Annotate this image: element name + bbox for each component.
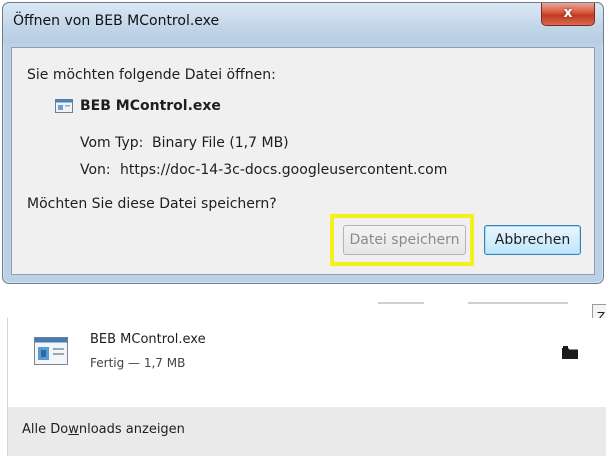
close-icon: x [563, 5, 573, 21]
type-label: Vom Typ: [80, 135, 144, 151]
dialog-prompt: Sie möchten folgende Datei öffnen: [27, 67, 276, 83]
exe-file-icon [55, 99, 73, 113]
save-question: Möchten Sie diese Datei speichern? [27, 196, 277, 212]
download-item[interactable] [8, 318, 606, 388]
download-file-name: BEB MControl.exe [90, 332, 206, 347]
dialog-title: Öffnen von BEB MControl.exe [13, 13, 220, 29]
folder-icon[interactable] [562, 346, 578, 359]
cancel-button[interactable]: Abbrechen [484, 225, 581, 255]
footer-text-part: nloads anzeigen [78, 422, 185, 437]
save-file-button[interactable]: Datei speichern [343, 225, 466, 255]
from-label: Von: [80, 162, 111, 178]
toolbar-divider [378, 302, 424, 304]
download-status: Fertig — 1,7 MB [90, 356, 186, 370]
show-all-downloads[interactable]: Alle Downloads anzeigen [8, 407, 606, 456]
dialog-file-name: BEB MControl.exe [80, 98, 221, 114]
close-button[interactable]: x [541, 3, 595, 26]
type-value: Binary File (1,7 MB) [152, 135, 289, 151]
from-value: https://doc-14-3c-docs.googleusercontent… [120, 162, 448, 178]
toolbar-divider [468, 302, 568, 304]
footer-accesskey: w [68, 422, 79, 437]
exe-file-icon [34, 337, 68, 365]
open-file-dialog: Öffnen von BEB MControl.exe x Sie möchte… [2, 2, 604, 284]
toolbar-strip [0, 290, 606, 318]
footer-text-part: Alle Do [22, 422, 69, 437]
show-all-downloads-label: Alle Downloads anzeigen [22, 422, 185, 437]
dialog-content: Sie möchten folgende Datei öffnen: BEB M… [11, 47, 595, 275]
